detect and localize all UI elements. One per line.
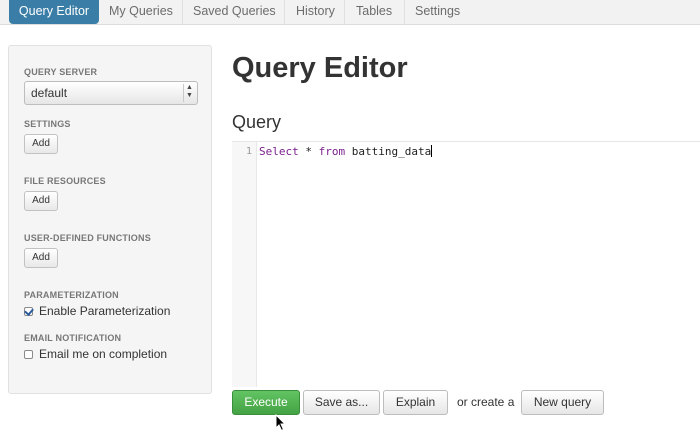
query-server-select[interactable]: default ▲ ▼ — [24, 81, 198, 105]
save-as-button[interactable]: Save as... — [303, 390, 380, 415]
email-notification-label: EMAIL NOTIFICATION — [24, 333, 122, 343]
line-number: 1 — [245, 146, 252, 157]
sidebar: QUERY SERVER default ▲ ▼ SETTINGS Add FIL… — [8, 45, 212, 394]
parameterization-label: PARAMETERIZATION — [24, 290, 119, 300]
email-me-label: Email me on completion — [39, 347, 168, 361]
enable-parameterization-label: Enable Parameterization — [39, 304, 171, 318]
tab-divider — [182, 0, 183, 24]
new-query-button[interactable]: New query — [521, 390, 604, 415]
add-file-resource-button[interactable]: Add — [24, 191, 58, 211]
or-create-text: or create a — [457, 395, 515, 409]
tab-saved-queries[interactable]: Saved Queries — [193, 0, 276, 24]
add-setting-button[interactable]: Add — [24, 134, 58, 154]
add-udf-button[interactable]: Add — [24, 248, 58, 268]
file-resources-label: FILE RESOURCES — [24, 176, 106, 186]
query-server-value: default — [31, 86, 68, 100]
query-table-name: batting_data — [345, 145, 432, 158]
mouse-pointer-icon — [275, 414, 287, 432]
enable-parameterization-checkbox[interactable] — [24, 307, 33, 316]
tab-tables[interactable]: Tables — [356, 0, 392, 24]
tab-query-editor[interactable]: Query Editor — [9, 0, 99, 24]
page-title: Query Editor — [232, 52, 408, 84]
settings-label: SETTINGS — [24, 119, 71, 129]
query-editor[interactable]: 1 Select * from batting_data — [232, 141, 700, 387]
text-cursor — [431, 145, 433, 157]
query-server-label: QUERY SERVER — [24, 67, 98, 77]
query-text[interactable]: Select * from batting_data — [259, 145, 433, 158]
tab-history[interactable]: History — [296, 0, 335, 24]
select-arrows-icon: ▲ ▼ — [183, 84, 195, 102]
execute-button[interactable]: Execute — [232, 390, 300, 415]
editor-gutter: 1 — [232, 142, 257, 387]
explain-button[interactable]: Explain — [383, 390, 448, 415]
keyword-from: from — [318, 145, 346, 158]
tab-divider — [344, 0, 345, 24]
query-star: * — [298, 145, 319, 158]
tab-divider — [404, 0, 405, 24]
top-nav: Query Editor My Queries Saved Queries Hi… — [0, 0, 700, 25]
udf-label: USER-DEFINED FUNCTIONS — [24, 233, 151, 243]
tab-settings[interactable]: Settings — [415, 0, 460, 24]
keyword-select: Select — [259, 145, 299, 158]
tab-my-queries[interactable]: My Queries — [109, 0, 173, 24]
email-me-checkbox[interactable] — [24, 350, 33, 359]
tab-divider — [284, 0, 285, 24]
query-section-title: Query — [232, 112, 282, 132]
